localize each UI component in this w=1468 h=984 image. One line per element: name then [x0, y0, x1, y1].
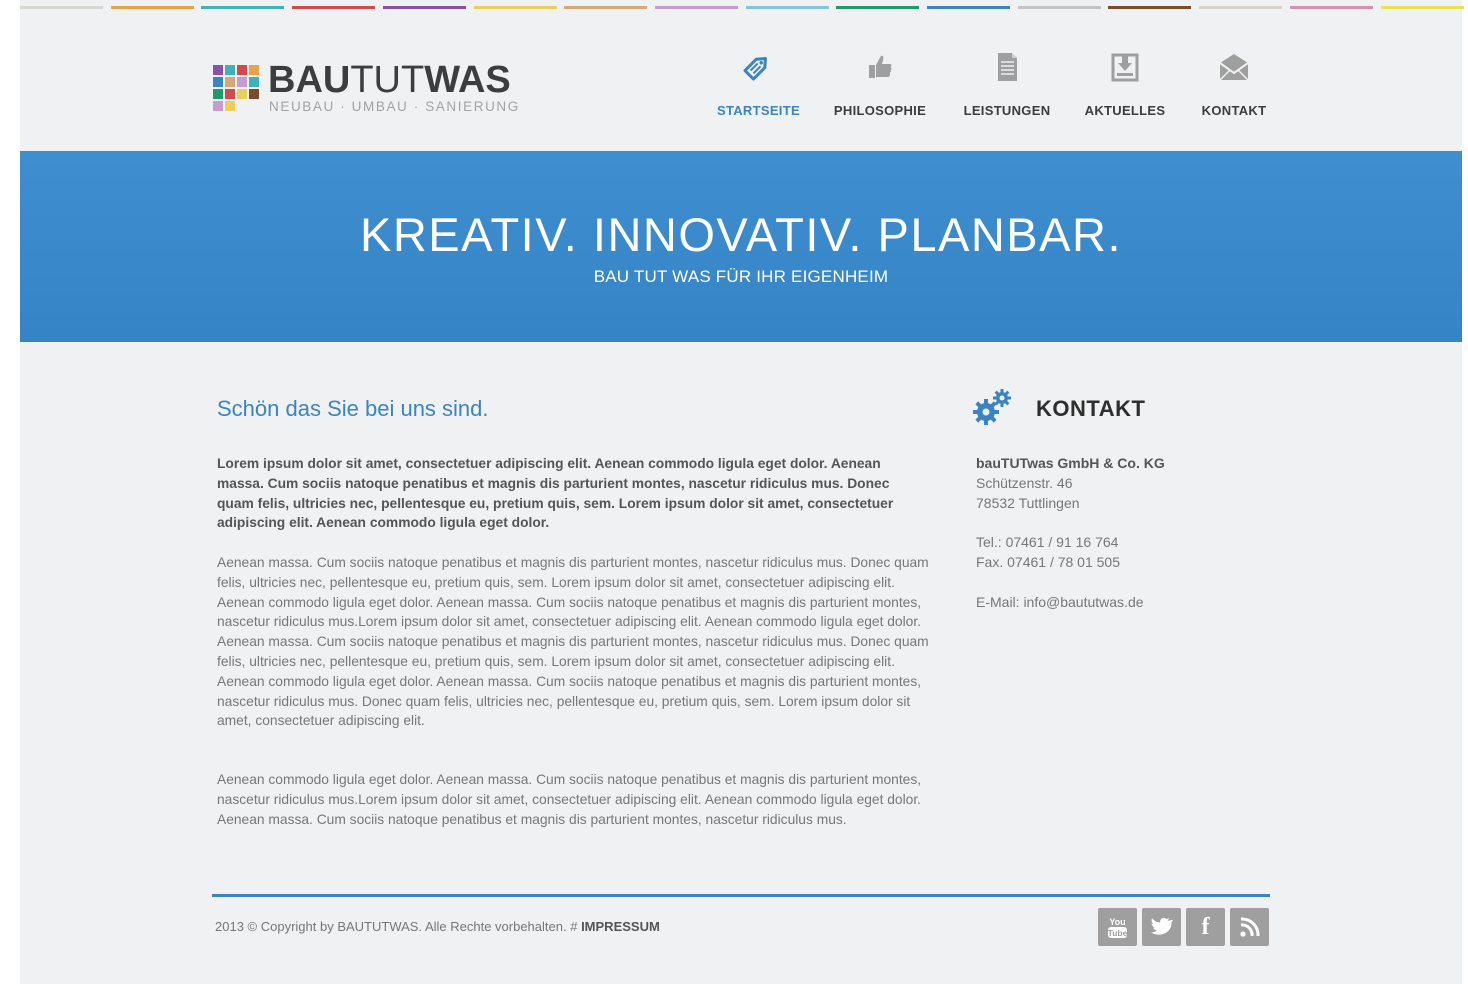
document-icon	[998, 53, 1017, 81]
strip-segment	[1380, 6, 1464, 9]
city: 78532 Tuttlingen	[976, 494, 1080, 511]
strip-segment	[654, 6, 738, 9]
envelope-icon	[1219, 54, 1249, 81]
gears-icon	[973, 389, 1011, 425]
footer-divider	[212, 894, 1270, 897]
nav-label: AKTUELLES	[1084, 103, 1166, 118]
nav-item-startseite[interactable]: STARTSEITE	[717, 50, 800, 126]
strip-segment	[382, 6, 466, 9]
thumbs-up-icon	[869, 55, 892, 78]
phone: Tel.: 07461 / 91 16 764	[976, 534, 1119, 551]
company-name: bauTUTwas GmbH & Co. KG	[976, 455, 1165, 471]
strip-segment	[292, 6, 376, 9]
strip-segment	[1108, 6, 1192, 9]
copyright: 2013 © Copyright by BAUTUTWAS. Alle Rech…	[215, 919, 660, 934]
impressum-link[interactable]: IMPRESSUM	[581, 919, 660, 934]
strip-segment	[110, 6, 194, 9]
email-link[interactable]: E-Mail: info@baututwas.de	[976, 593, 1165, 613]
strip-segment	[836, 6, 920, 9]
tag-icon	[743, 57, 767, 81]
youtube-icon: You Tube	[1108, 917, 1128, 938]
hero-banner: KREATIV. INNOVATIV. PLANBAR. BAU TUT WAS…	[20, 151, 1462, 342]
color-strip	[20, 6, 1464, 9]
nav-label: PHILOSOPHIE	[833, 103, 927, 118]
lead-paragraph: Lorem ipsum dolor sit amet, consectetuer…	[217, 456, 894, 531]
body-paragraph: Aenean commodo ligula eget dolor. Aenean…	[217, 772, 922, 827]
facebook-button[interactable]: f	[1186, 908, 1225, 946]
nav-item-leistungen[interactable]: LEISTUNGEN	[960, 50, 1054, 126]
nav-label: STARTSEITE	[717, 103, 800, 118]
hero-subtitle: BAU TUT WAS FÜR IHR EIGENHEIM	[593, 267, 889, 286]
nav-item-kontakt[interactable]: KONTAKT	[1196, 50, 1272, 126]
contact-heading: KONTAKT	[1036, 396, 1146, 421]
svg-text:Tube: Tube	[1108, 928, 1128, 938]
strip-segment	[927, 6, 1010, 9]
svg-text:You: You	[1109, 917, 1125, 927]
nav-label: LEISTUNGEN	[963, 103, 1051, 118]
body-paragraph: Aenean massa. Cum sociis natoque penatib…	[217, 555, 929, 729]
strip-segment	[201, 6, 285, 9]
strip-segment	[20, 6, 103, 9]
page: BAUTUTWAS NEUBAU · UMBAU · SANIERUNG STA…	[20, 0, 1464, 984]
nav-label: KONTAKT	[1201, 103, 1267, 118]
welcome-heading: Schön das Sie bei uns sind.	[217, 396, 489, 421]
download-icon	[1111, 53, 1139, 82]
twitter-button[interactable]	[1142, 908, 1181, 946]
hero-title: KREATIV. INNOVATIV. PLANBAR.	[359, 208, 1123, 261]
contact-address: bauTUTwas GmbH & Co. KG Schützenstr. 46 …	[976, 454, 1165, 612]
strip-segment	[1017, 6, 1101, 9]
fax: Fax. 07461 / 78 01 505	[976, 553, 1120, 570]
street: Schützenstr. 46	[976, 474, 1073, 491]
strip-segment	[745, 6, 829, 9]
copyright-text: 2013 © Copyright by BAUTUTWAS. Alle Rech…	[215, 919, 578, 934]
strip-segment	[473, 6, 557, 9]
rss-button[interactable]	[1230, 908, 1269, 946]
rss-icon	[1240, 917, 1260, 937]
nav-item-philosophie[interactable]: PHILOSOPHIE	[830, 50, 930, 126]
strip-segment	[1199, 6, 1283, 9]
youtube-button[interactable]: You Tube	[1098, 908, 1137, 946]
strip-segment	[1289, 6, 1373, 9]
main-nav: STARTSEITE PHILOSOPHIE LEISTUNGEN AKTUEL…	[20, 50, 1462, 130]
twitter-icon	[1150, 917, 1173, 935]
facebook-icon: f	[1201, 914, 1210, 940]
strip-segment	[564, 6, 648, 9]
nav-item-aktuelles[interactable]: AKTUELLES	[1084, 50, 1166, 126]
